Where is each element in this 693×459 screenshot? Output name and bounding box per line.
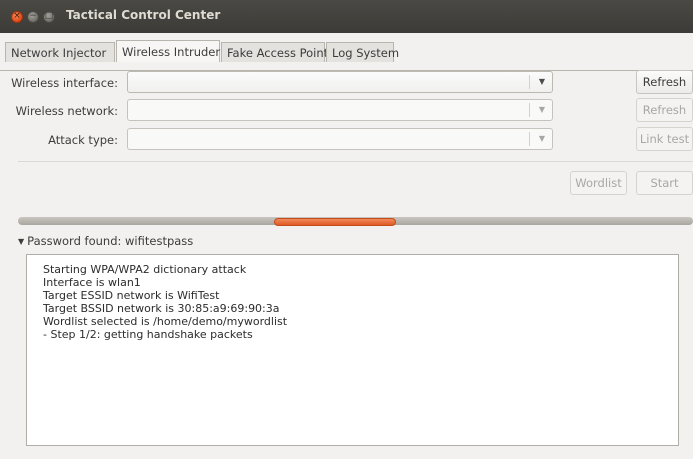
- log-line: Starting WPA/WPA2 dictionary attack: [43, 263, 247, 276]
- wireless-network-select[interactable]: ▼: [127, 99, 553, 121]
- pane-drag-handle[interactable]: [274, 218, 396, 226]
- combo-separator: [529, 103, 530, 117]
- close-window-button[interactable]: ×: [11, 11, 23, 23]
- refresh-interface-button[interactable]: Refresh: [636, 70, 693, 94]
- wireless-network-label: Wireless network:: [15, 104, 118, 118]
- chevron-down-icon: ▼: [538, 77, 545, 86]
- maximize-icon: □: [44, 11, 54, 21]
- wordlist-button[interactable]: Wordlist: [570, 171, 627, 195]
- main-content: Network Injector Wireless Intruder Fake …: [0, 33, 693, 459]
- log-lines: Starting WPA/WPA2 dictionary attack Inte…: [43, 263, 287, 341]
- chevron-down-icon: ▼: [538, 134, 545, 143]
- wireless-interface-label: Wireless interface:: [11, 76, 118, 90]
- window-title: Tactical Control Center: [66, 8, 221, 22]
- app-window: × − □ Tactical Control Center Network In…: [0, 0, 693, 459]
- log-line: - Step 1/2: getting handshake packets: [43, 328, 253, 341]
- password-found-label: Password found: wifitestpass: [27, 234, 194, 248]
- expander-arrow-icon: ▼: [18, 237, 25, 246]
- log-line: Interface is wlan1: [43, 276, 141, 289]
- form-separator: [18, 161, 693, 162]
- combo-separator: [529, 75, 530, 89]
- maximize-window-button[interactable]: □: [43, 11, 55, 23]
- combo-separator: [529, 132, 530, 146]
- wireless-interface-select[interactable]: ▼: [127, 71, 553, 93]
- log-line: Wordlist selected is /home/demo/mywordli…: [43, 315, 288, 328]
- chevron-down-icon: ▼: [538, 105, 545, 114]
- log-line: Target ESSID network is WifiTest: [43, 289, 220, 302]
- log-line: Target BSSID network is 30:85:a9:69:90:3…: [43, 302, 280, 315]
- attack-type-label: Attack type:: [48, 133, 118, 147]
- start-button[interactable]: Start: [636, 171, 693, 195]
- minimize-window-button[interactable]: −: [27, 11, 39, 23]
- tab-bar: Network Injector Wireless Intruder Fake …: [0, 40, 693, 71]
- title-bar[interactable]: × − □ Tactical Control Center: [0, 0, 693, 33]
- tab-fake-access-point[interactable]: Fake Access Point: [221, 42, 328, 62]
- tab-network-injector[interactable]: Network Injector: [5, 42, 115, 62]
- attack-type-select[interactable]: ▼: [127, 128, 553, 150]
- log-output[interactable]: Starting WPA/WPA2 dictionary attack Inte…: [26, 254, 679, 446]
- close-icon: ×: [13, 11, 21, 21]
- link-test-button[interactable]: Link test: [636, 127, 693, 151]
- tab-log-system[interactable]: Log System: [326, 42, 399, 62]
- tab-wireless-intruder[interactable]: Wireless Intruder: [116, 40, 220, 62]
- refresh-network-button[interactable]: Refresh: [636, 98, 693, 122]
- password-found-expander[interactable]: ▼ Password found: wifitestpass: [18, 234, 193, 248]
- minimize-icon: −: [29, 11, 37, 21]
